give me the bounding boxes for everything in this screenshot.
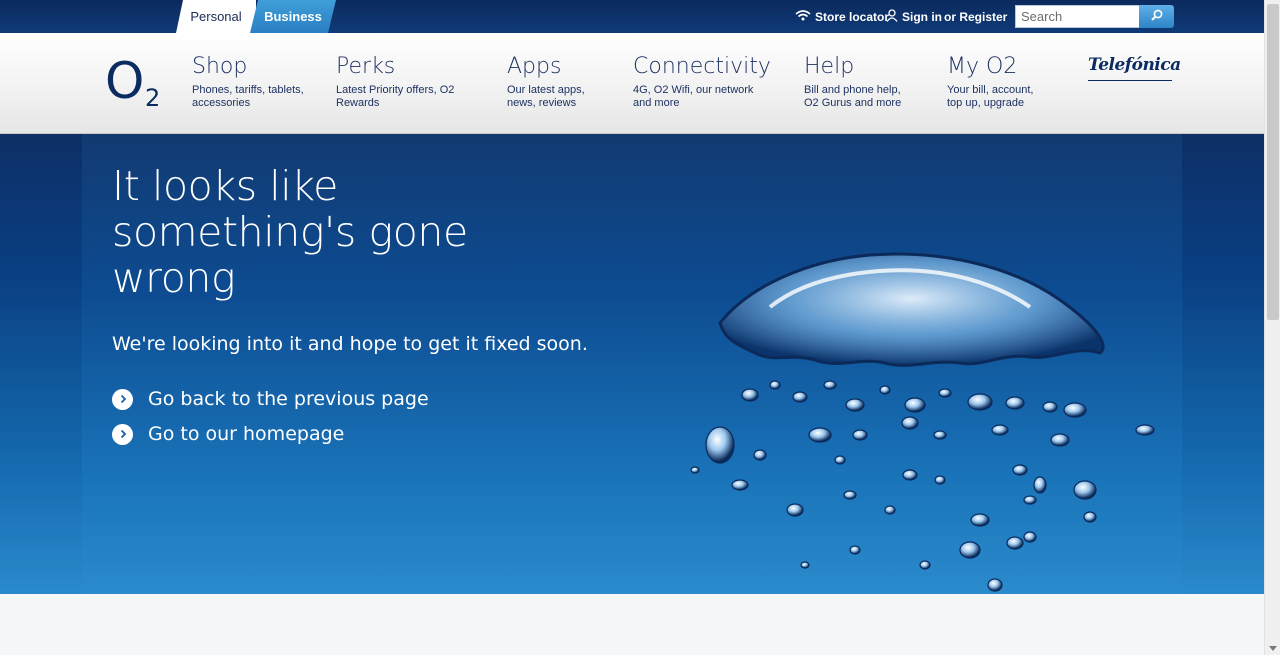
nav-subtitle: Our latest apps, news, reviews [507,84,585,109]
go-back-link[interactable]: Go back to the previous page [112,387,429,411]
nav-title: My O2 [947,54,1018,79]
nav-item-perks[interactable]: Perks Latest Priority offers, O2 Rewards [336,54,454,110]
nav-title: Perks [336,54,396,79]
homepage-link[interactable]: Go to our homepage [112,422,344,446]
nav-item-shop[interactable]: Shop Phones, tariffs, tablets, accessori… [192,54,304,110]
logo-letter: O [105,52,145,110]
nav-item-help[interactable]: Help Bill and phone help, O2 Gurus and m… [804,54,901,110]
sign-in-label: Sign in [902,10,942,24]
nav-title: Shop [192,54,248,79]
search-input[interactable] [1015,5,1139,28]
search-button[interactable] [1139,5,1174,28]
nav-subtitle: Phones, tariffs, tablets, accessories [192,84,304,109]
water-bubbles-illustration [690,252,1155,592]
error-subtitle: We're looking into it and hope to get it… [112,333,588,355]
store-locator-link[interactable]: Store locator [795,9,889,25]
nav-item-connectivity[interactable]: Connectivity 4G, O2 Wifi, our network an… [633,54,771,110]
register-link[interactable]: or Register [944,9,1007,25]
go-back-label: Go back to the previous page [148,388,429,410]
nav-subtitle: Bill and phone help, O2 Gurus and more [804,84,902,109]
tab-personal[interactable]: Personal [176,0,256,33]
tab-business[interactable]: Business [250,0,336,33]
chevron-right-icon [112,388,133,410]
main-navigation: O 2 Shop Phones, tariffs, tablets, acces… [0,33,1264,134]
top-utility-bar: Personal Business Store locator Sign in … [0,0,1264,33]
nav-title: Connectivity [633,54,771,79]
nav-item-apps[interactable]: Apps Our latest apps, news, reviews [507,54,585,110]
user-icon [886,8,898,26]
nav-subtitle: 4G, O2 Wifi, our network and more [633,84,754,109]
store-locator-label: Store locator [815,10,890,24]
nav-title: Help [804,54,855,79]
magnifier-icon [1150,9,1163,24]
telefonica-logo[interactable]: Telefónica [1088,55,1181,81]
chevron-right-icon [112,423,133,445]
search-box [1015,5,1174,28]
error-heading: It looks like something's gone wrong [112,162,468,302]
o2-logo[interactable]: O 2 [105,55,165,115]
lower-content-area [0,594,1264,655]
logo-subscript: 2 [145,84,161,112]
wifi-signal-icon [795,9,811,25]
homepage-label: Go to our homepage [148,423,345,445]
scroll-down-arrow-icon[interactable] [1269,646,1277,651]
scrollbar-thumb[interactable] [1267,4,1279,320]
vertical-scrollbar[interactable] [1264,0,1280,655]
sign-in-link[interactable]: Sign in [886,8,942,26]
nav-subtitle: Your bill, account, top up, upgrade [947,84,1034,109]
nav-subtitle: Latest Priority offers, O2 Rewards [336,84,455,109]
nav-title: Apps [507,54,562,79]
nav-item-my-o2[interactable]: My O2 Your bill, account, top up, upgrad… [947,54,1033,110]
